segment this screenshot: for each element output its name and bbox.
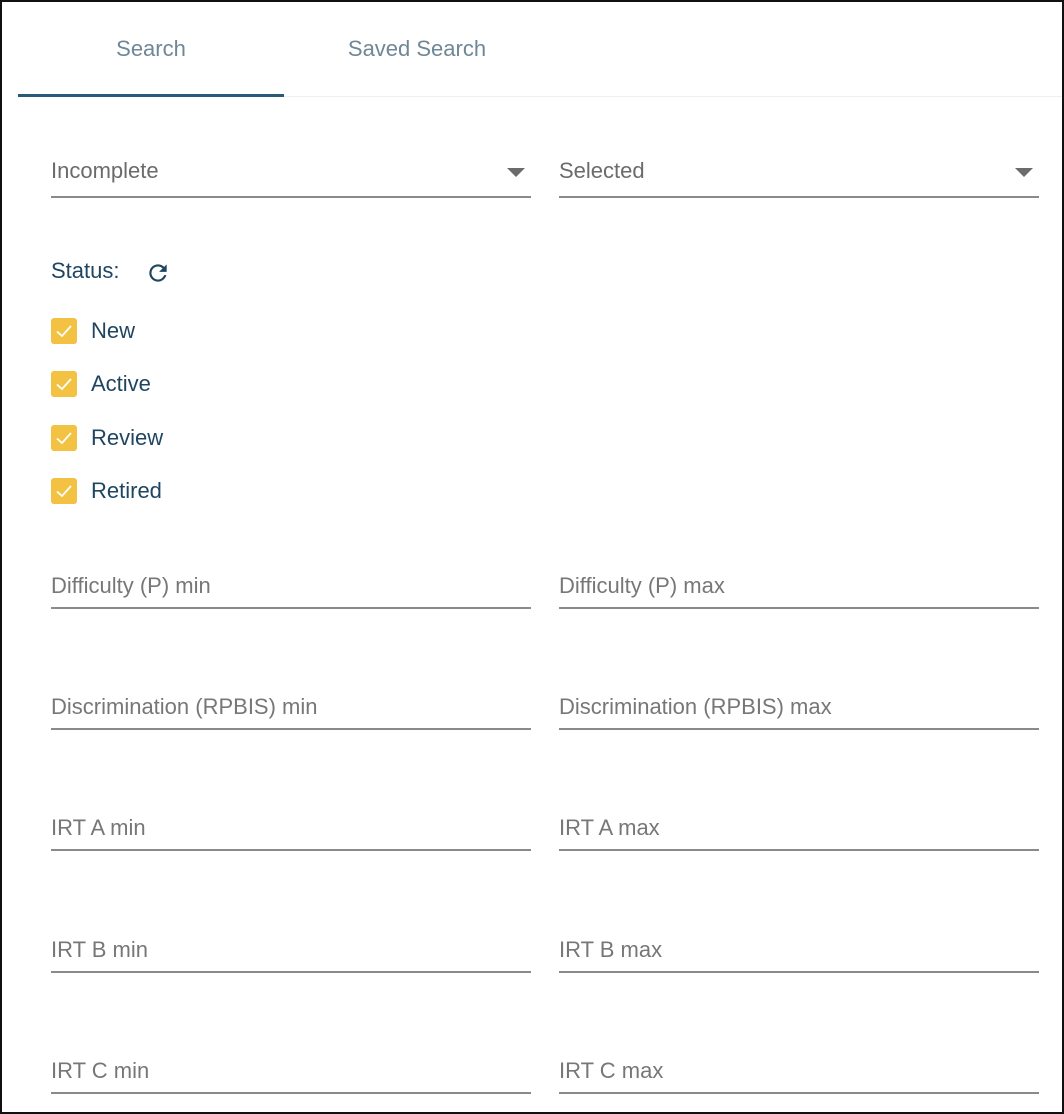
irt-c-max-field (559, 1056, 1039, 1094)
status-option-retired[interactable]: Retired (51, 477, 162, 505)
irt-c-max-input[interactable] (559, 1058, 1039, 1084)
checkbox-review[interactable] (51, 425, 77, 451)
status-option-label: Active (91, 371, 151, 396)
irt-a-min-input[interactable] (51, 815, 531, 841)
status-option-new[interactable]: New (51, 317, 135, 345)
irt-c-min-input[interactable] (51, 1058, 531, 1084)
checkmark-icon (56, 432, 72, 445)
tab-saved-search[interactable]: Saved Search (284, 2, 550, 96)
tab-search[interactable]: Search (18, 2, 284, 96)
active-tab-indicator (18, 94, 284, 97)
irt-a-max-field (559, 813, 1039, 851)
discrimination-max-field (559, 692, 1039, 730)
irt-a-min-field (51, 813, 531, 851)
irt-b-min-field (51, 935, 531, 973)
selection-select[interactable]: Selected (559, 156, 1039, 198)
chevron-down-icon (507, 168, 525, 177)
irt-b-max-field (559, 935, 1039, 973)
tab-saved-search-label: Saved Search (347, 36, 487, 61)
refresh-icon[interactable] (145, 260, 171, 286)
discrimination-min-input[interactable] (51, 694, 531, 720)
checkmark-icon (56, 325, 72, 338)
status-option-label: Review (91, 425, 164, 450)
checkbox-active[interactable] (51, 371, 77, 397)
difficulty-max-input[interactable] (559, 573, 1039, 599)
discrimination-max-input[interactable] (559, 694, 1039, 720)
status-label: Status: (51, 258, 120, 283)
tab-search-label: Search (116, 36, 186, 61)
chevron-down-icon (1015, 168, 1033, 177)
selection-select-value: Selected (559, 158, 645, 183)
irt-a-max-input[interactable] (559, 815, 1039, 841)
checkbox-new[interactable] (51, 318, 77, 344)
irt-c-min-field (51, 1056, 531, 1094)
status-option-label: New (91, 318, 136, 343)
search-panel: Search Saved Search Incomplete Selected … (0, 0, 1064, 1114)
completeness-select-value: Incomplete (51, 158, 159, 183)
checkmark-icon (56, 485, 72, 498)
completeness-select[interactable]: Incomplete (51, 156, 531, 198)
status-option-review[interactable]: Review (51, 424, 163, 452)
discrimination-min-field (51, 692, 531, 730)
difficulty-min-input[interactable] (51, 573, 531, 599)
checkmark-icon (56, 378, 72, 391)
difficulty-min-field (51, 571, 531, 609)
difficulty-max-field (559, 571, 1039, 609)
checkbox-retired[interactable] (51, 478, 77, 504)
status-option-active[interactable]: Active (51, 370, 151, 398)
irt-b-max-input[interactable] (559, 937, 1039, 963)
status-option-label: Retired (91, 478, 162, 503)
tab-bar: Search Saved Search (18, 2, 1062, 97)
irt-b-min-input[interactable] (51, 937, 531, 963)
